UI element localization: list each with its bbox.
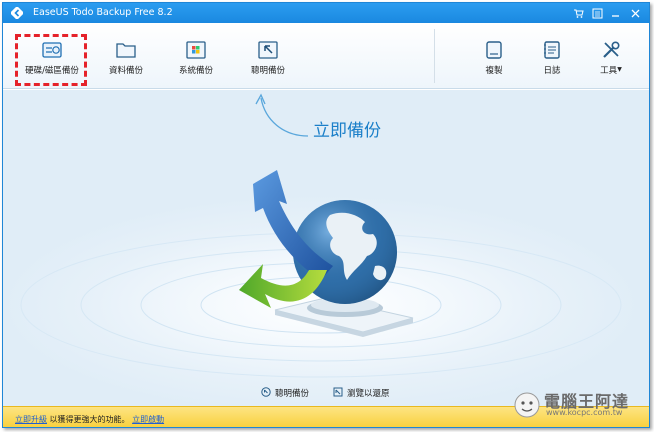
backup-globe-graphic[interactable] — [235, 170, 425, 340]
log-button[interactable]: 日誌 — [528, 23, 576, 89]
minimize-icon[interactable] — [607, 5, 623, 21]
upgrade-message-text: 以獲得更強大的功能。 — [47, 415, 130, 424]
tools-icon — [603, 41, 620, 58]
system-backup-button[interactable]: 系統備份 — [169, 23, 223, 89]
cursor-smart-icon — [258, 41, 278, 59]
toolbar-label: 資料備份 — [108, 66, 143, 76]
window-title: EaseUS Todo Backup Free 8.2 — [33, 7, 173, 18]
browse-restore-icon — [333, 387, 343, 397]
toolbar-divider — [434, 29, 435, 83]
smart-backup-button[interactable]: 聰明備份 — [241, 23, 295, 89]
upgrade-message: 立即升級 以獲得更強大的功能。 立即啟動 — [15, 414, 164, 425]
easeus-logo-icon — [11, 7, 23, 19]
smart-backup-icon — [261, 387, 271, 397]
selection-highlight — [15, 34, 87, 86]
backup-now-label[interactable]: 立即備份 — [313, 116, 381, 141]
browse-restore-link[interactable]: 瀏覽以還原 — [333, 387, 390, 399]
menu-icon[interactable] — [589, 5, 605, 21]
log-icon — [544, 41, 560, 59]
toolbar-label: 聰明備份 — [250, 66, 285, 76]
smart-backup-link[interactable]: 聰明備份 — [261, 387, 309, 399]
upgrade-link[interactable]: 立即升級 — [15, 415, 47, 424]
toolbar-label: 工具▼ — [600, 66, 622, 76]
cart-icon[interactable] — [570, 5, 586, 21]
watermark-mascot-icon — [514, 392, 540, 418]
close-icon[interactable] — [627, 5, 643, 21]
toolbar-label: 日誌 — [543, 66, 561, 76]
activate-link[interactable]: 立即啟動 — [132, 415, 164, 424]
title-bar: EaseUS Todo Backup Free 8.2 — [3, 3, 649, 23]
chevron-down-icon: ▼ — [617, 66, 622, 73]
app-window: EaseUS Todo Backup Free 8.2 硬碟/磁區備份 資料備份… — [2, 2, 650, 428]
browse-restore-link-label: 瀏覽以還原 — [347, 389, 390, 399]
pointer-arrow — [260, 97, 309, 137]
watermark-url: www.kocpc.com.tw — [546, 408, 623, 417]
toolbar-label: 複製 — [485, 66, 503, 76]
toolbar-label: 系統備份 — [178, 66, 213, 76]
clone-icon — [486, 41, 502, 59]
main-toolbar: 硬碟/磁區備份 資料備份 系統備份 聰明備份 複製 日誌 工具▼ — [3, 23, 649, 89]
clone-button[interactable]: 複製 — [470, 23, 518, 89]
file-backup-button[interactable]: 資料備份 — [99, 23, 153, 89]
main-panel: 立即備份 聰明備份 瀏覽以還原 — [3, 90, 649, 406]
tools-menu-button[interactable]: 工具▼ — [587, 23, 635, 89]
folder-icon — [116, 43, 136, 58]
smart-backup-link-label: 聰明備份 — [275, 389, 310, 399]
windows-system-icon — [186, 41, 206, 59]
watermark-logo: 電腦王阿達 www.kocpc.com.tw — [510, 386, 650, 428]
